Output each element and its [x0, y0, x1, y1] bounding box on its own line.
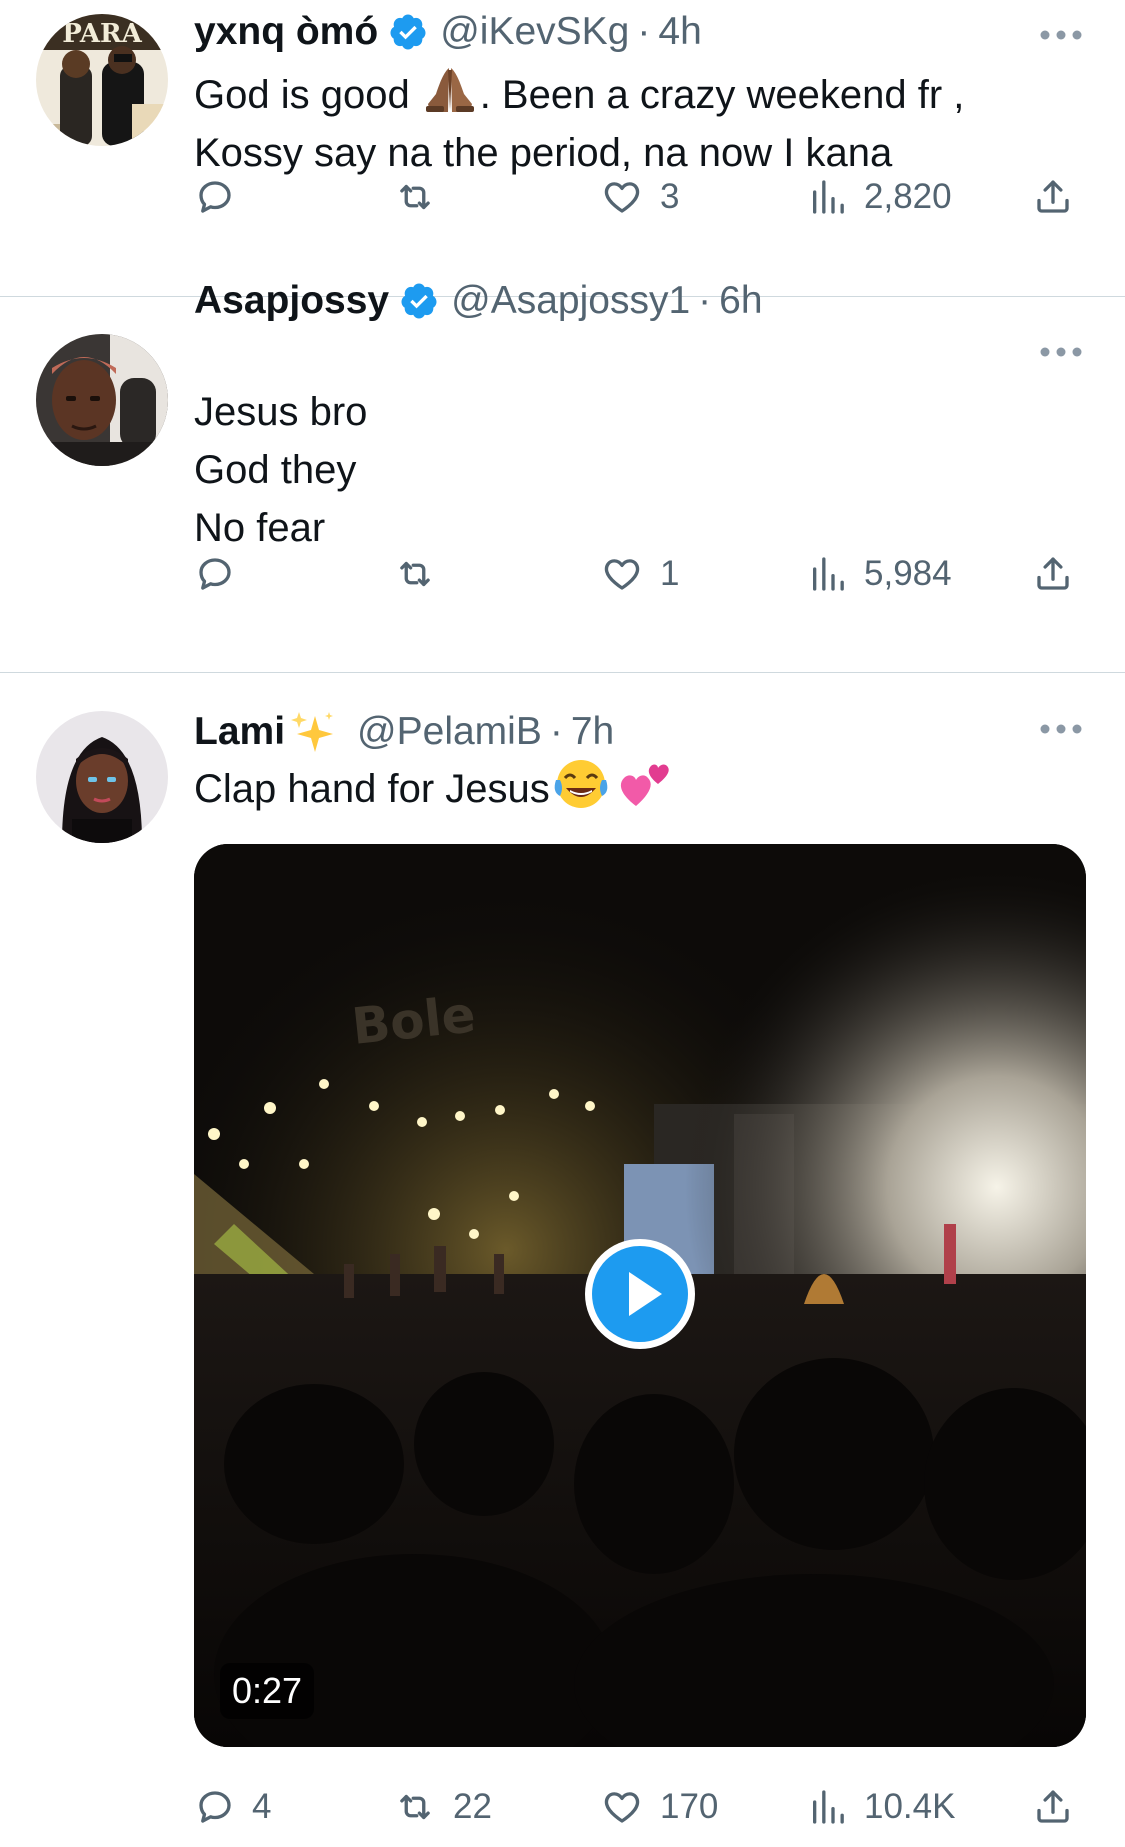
views-chart-icon: [813, 1790, 844, 1824]
like-button[interactable]: 1: [600, 544, 679, 604]
separator-dot: ·: [698, 279, 712, 322]
user-handle[interactable]: @Asapjossy1: [451, 279, 690, 323]
verified-badge-icon: [390, 14, 426, 50]
reply-icon: [199, 558, 231, 590]
tweet-actions: 4 22 170 10.4K: [0, 1777, 1125, 1837]
timestamp[interactable]: 7h: [571, 710, 614, 754]
retweet-icon: [400, 561, 430, 587]
user-handle[interactable]: @PelamiB: [357, 710, 542, 754]
more-options-icon[interactable]: [1039, 29, 1083, 41]
heart-icon: [604, 182, 640, 213]
tweet-header: yxnq òmó @iKevSKg · 4h: [194, 7, 702, 57]
views-button[interactable]: 10.4K: [808, 1777, 955, 1837]
heart-icon: [604, 1792, 640, 1823]
video-player[interactable]: Bole 0:27: [194, 844, 1086, 1747]
avatar[interactable]: [36, 711, 168, 843]
heart-icon: [604, 559, 640, 590]
user-handle[interactable]: @iKevSKg: [440, 10, 629, 54]
tweet-3-header: Lami @PelamiB · 7h: [194, 707, 614, 757]
reply-icon: [199, 1791, 231, 1823]
like-count: 1: [660, 554, 680, 593]
reply-icon: [199, 181, 231, 213]
video-duration: 0:27: [220, 1663, 315, 1719]
avatar-image: PARA: [36, 14, 168, 146]
folded-hands-icon: [425, 68, 474, 112]
avatar[interactable]: [36, 334, 168, 466]
reply-button[interactable]: 4: [194, 1777, 271, 1837]
views-chart-icon: [813, 180, 844, 214]
views-button[interactable]: 5,984: [808, 544, 952, 604]
like-count: 3: [660, 177, 680, 216]
two-hearts-icon: [620, 764, 669, 806]
share-icon: [1037, 180, 1069, 213]
timestamp[interactable]: 6h: [719, 279, 762, 323]
more-options-icon[interactable]: [1039, 723, 1083, 735]
share-button[interactable]: [1032, 167, 1074, 227]
avatar-logo-text: PARA: [62, 19, 142, 49]
reply-count: 4: [252, 1787, 272, 1826]
tweet-text-line-1: God is good . Been a crazy weekend fr ,: [194, 64, 964, 124]
view-count: 2,820: [864, 177, 952, 216]
reply-button[interactable]: [194, 167, 252, 227]
tweet-text-part: . Been a crazy weekend fr ,: [479, 73, 965, 117]
views-button[interactable]: 2,820: [808, 167, 952, 227]
retweet-button[interactable]: [393, 167, 453, 227]
share-icon: [1037, 557, 1069, 590]
verified-badge-icon: [401, 283, 437, 319]
retweet-icon: [400, 1794, 430, 1820]
tweet-1[interactable]: PARA yxnq òmó @iKevSKg · 4h God is good: [0, 0, 1125, 296]
tweet-text-part: God is good: [194, 73, 410, 117]
like-button[interactable]: 3: [600, 167, 679, 227]
tweet-text: Clap hand for Jesus: [194, 758, 674, 818]
tweet-actions: 1 5,984: [0, 544, 1125, 604]
tweet-text: Jesus bro God they No fear: [194, 383, 367, 557]
retweet-button[interactable]: [393, 544, 453, 604]
retweet-icon: [400, 184, 430, 210]
view-count: 10.4K: [864, 1787, 956, 1826]
tweet-actions: 3 2,820: [0, 167, 1125, 227]
retweet-button[interactable]: 22: [393, 1777, 492, 1837]
avatar-image: [36, 711, 168, 843]
tweet-divider: [0, 672, 1125, 673]
view-count: 5,984: [864, 554, 952, 593]
display-name[interactable]: Lami: [194, 710, 285, 754]
tweet-2[interactable]: [0, 297, 1125, 671]
separator-dot: ·: [549, 710, 563, 753]
like-button[interactable]: 170: [600, 1777, 718, 1837]
sparkles-icon: [291, 712, 334, 752]
more-options-icon[interactable]: [1039, 346, 1083, 358]
separator-dot: ·: [637, 10, 651, 53]
display-name[interactable]: yxnq òmó: [194, 10, 378, 54]
tweet-text-part: Clap hand for Jesus: [194, 767, 550, 811]
tears-of-joy-icon: [554, 760, 608, 808]
share-button[interactable]: [1032, 544, 1074, 604]
tweet-text-line-1: Jesus bro: [194, 390, 368, 434]
display-name[interactable]: Asapjossy: [194, 279, 389, 323]
tweet-2-header: Asapjossy @Asapjossy1 · 6h: [194, 276, 763, 326]
retweet-count: 22: [453, 1787, 492, 1826]
tweet-text-line-2: God they: [194, 448, 357, 492]
timestamp[interactable]: 4h: [658, 10, 701, 54]
like-count: 170: [660, 1787, 719, 1826]
tweet-text: God is good . Been a crazy weekend fr , …: [194, 64, 964, 182]
avatar-image: [36, 334, 168, 466]
avatar[interactable]: PARA: [36, 14, 168, 146]
share-icon: [1037, 1790, 1069, 1823]
reply-button[interactable]: [194, 544, 252, 604]
views-chart-icon: [813, 557, 844, 591]
play-button-icon[interactable]: [582, 1236, 698, 1352]
share-button[interactable]: [1032, 1777, 1074, 1837]
